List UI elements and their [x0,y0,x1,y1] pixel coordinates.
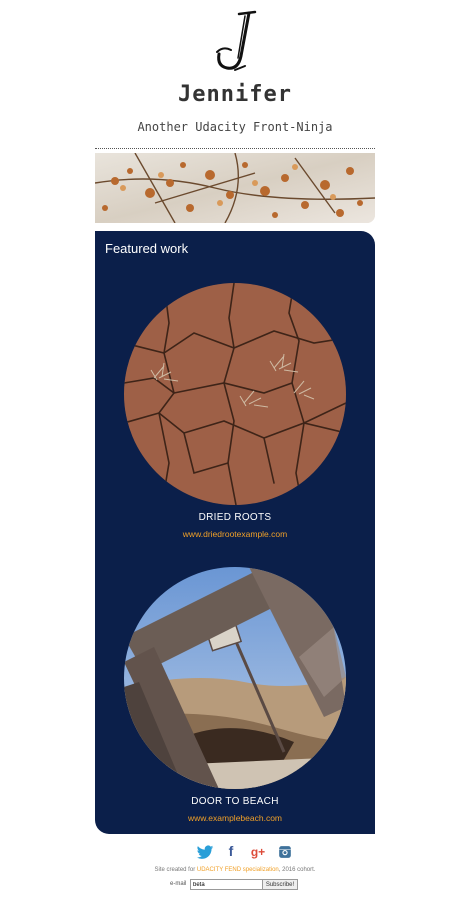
banner-image [95,153,375,223]
email-field[interactable] [190,879,264,890]
social-icons: f g+ [0,843,470,863]
email-label: e-mail [170,881,187,887]
featured-work-section: Featured work DRIED ROOTS www.driedroote… [95,231,375,834]
subscribe-form: e-mail Subscribe! [0,879,470,891]
work-title-dried-roots: DRIED ROOTS [198,512,272,523]
site-tagline: Another Udacity Front-Ninja [137,120,333,134]
credit-suffix: , 2016 cohort. [278,867,316,873]
footer-credit: Site created for UDACITY FEND specializa… [0,867,470,873]
header-divider [95,148,375,149]
page-header: Jennifer Another Udacity Front-Ninja [0,0,470,150]
work-link-door-to-beach[interactable]: www.examplebeach.com [95,813,375,823]
handwritten-j-logo [205,8,265,78]
twitter-icon[interactable] [196,843,214,861]
facebook-icon[interactable]: f [226,843,236,861]
credit-link[interactable]: UDACITY FEND specialization [197,867,279,873]
work-link-dried-roots[interactable]: www.driedrootexample.com [95,529,375,539]
door-to-beach-image[interactable] [124,567,346,789]
dried-roots-image[interactable] [124,283,346,505]
google-plus-icon[interactable]: g+ [250,845,266,863]
credit-prefix: Site created for [154,867,197,873]
subscribe-button[interactable]: Subscribe! [262,879,298,890]
featured-work-title: Featured work [105,241,189,256]
instagram-icon[interactable] [278,843,292,861]
work-title-door-to-beach: DOOR TO BEACH [191,796,279,807]
site-name: Jennifer [178,82,292,107]
